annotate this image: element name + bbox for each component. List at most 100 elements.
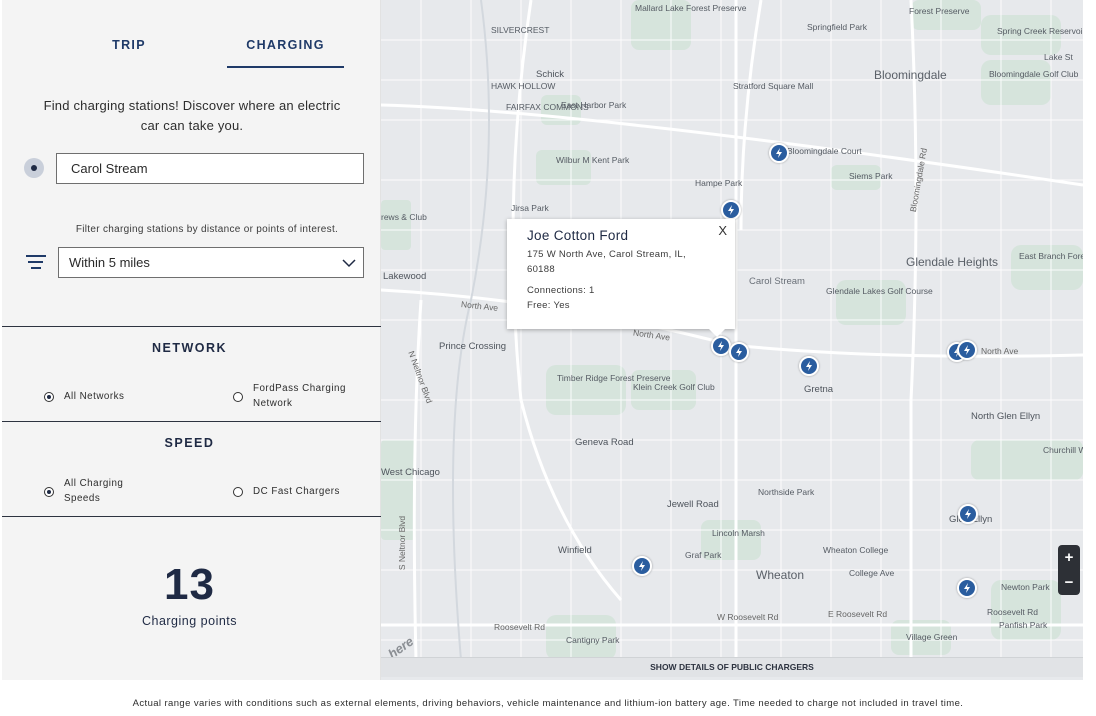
charging-count-label: Charging points: [141, 614, 238, 628]
place-label: Forest Preserve: [909, 6, 970, 16]
all-speeds-label: All Charging Speeds: [64, 478, 124, 504]
dc-fast-label: DC Fast Chargers: [253, 486, 340, 497]
place-label: Lakewood: [383, 271, 427, 282]
divider: [2, 421, 381, 422]
radio-fordpass-network[interactable]: [233, 392, 243, 402]
radio-all-speeds[interactable]: [44, 487, 54, 497]
road-label: W Roosevelt Rd: [717, 612, 779, 622]
fordpass-network-label: FordPass Charging Network: [253, 383, 346, 409]
lightning-icon: [776, 148, 782, 158]
place-label: College Ave: [849, 568, 895, 578]
station-free: Free: Yes: [527, 300, 570, 311]
place-label: Bloomingdale Court: [787, 146, 862, 156]
zoom-in-button[interactable]: +: [1058, 545, 1080, 570]
charging-station-marker[interactable]: [957, 578, 977, 598]
charging-station-marker[interactable]: [957, 340, 977, 360]
place-label: Glendale Lakes Golf Course: [826, 286, 933, 296]
place-label: Glendale Heights: [906, 255, 999, 269]
divider: [2, 516, 381, 517]
lightning-icon: [639, 561, 645, 571]
place-label: Graf Park: [685, 550, 722, 560]
place-label: Spring Creek Reservoir: [997, 26, 1083, 36]
radio-dc-fast[interactable]: [233, 487, 243, 497]
place-label: Siems Park: [849, 171, 893, 181]
speed-title: SPEED: [164, 436, 215, 450]
charging-station-marker[interactable]: [729, 342, 749, 362]
lightning-icon: [736, 347, 742, 357]
place-label: SILVERCREST: [491, 25, 550, 35]
place-label: Jewell Road: [667, 499, 719, 510]
station-name: Joe Cotton Ford: [527, 228, 629, 243]
charging-station-marker[interactable]: [958, 504, 978, 524]
place-label: Village Green: [906, 632, 958, 642]
filter-hint: Filter charging stations by distance or …: [75, 224, 339, 235]
range-disclaimer: Actual range varies with conditions such…: [132, 698, 964, 709]
tab-trip[interactable]: TRIP: [64, 30, 194, 68]
place-label: Jirsa Park: [511, 203, 549, 213]
show-details-button[interactable]: SHOW DETAILS OF PUBLIC CHARGERS: [381, 657, 1083, 677]
charging-station-marker[interactable]: [799, 356, 819, 376]
place-label: Gretna: [804, 384, 834, 395]
place-label: Lincoln Marsh: [712, 528, 765, 538]
place-label: Mallard Lake Forest Preserve: [635, 3, 747, 13]
place-label: Churchill Woods Forest Preserve: [1043, 445, 1083, 455]
place-label: Bloomingdale: [874, 68, 947, 82]
charging-count: 13: [164, 560, 215, 609]
place-label: Panfish Park: [999, 620, 1048, 630]
place-label: North Glen Ellyn: [971, 411, 1041, 422]
charging-station-marker[interactable]: [721, 200, 741, 220]
place-label: Wheaton: [756, 568, 805, 582]
map-base: [381, 0, 1083, 661]
close-icon[interactable]: X: [718, 223, 727, 238]
road-label: North Ave: [981, 346, 1019, 356]
place-label: West Chicago: [381, 467, 440, 478]
chevron-down-icon: [342, 259, 356, 268]
place-label: East Harbor Park: [561, 100, 627, 110]
divider: [2, 326, 381, 327]
road-label: E Roosevelt Rd: [828, 609, 888, 619]
place-label: Northside Park: [758, 487, 815, 497]
place-label: Klein Creek Golf Club: [633, 382, 715, 392]
charging-station-marker[interactable]: [711, 336, 731, 356]
place-label: Wilbur M Kent Park: [556, 155, 630, 165]
lightning-icon: [728, 205, 734, 215]
place-label: Wheaton College: [823, 545, 889, 555]
place-label: Cantigny Park: [566, 635, 620, 645]
tab-bar: TRIP CHARGING: [2, 30, 381, 70]
road-label: S Neltnor Blvd: [397, 515, 408, 571]
network-title: NETWORK: [151, 341, 228, 355]
lightning-icon: [806, 361, 812, 371]
all-networks-label: All Networks: [64, 391, 125, 402]
place-label: Geneva Road: [575, 437, 634, 448]
lightning-icon: [964, 583, 970, 593]
station-popup: Joe Cotton Ford 175 W North Ave, Carol S…: [507, 219, 735, 337]
distance-select[interactable]: Within 5 miles: [58, 247, 364, 278]
place-label: Carol Stream: [749, 276, 805, 287]
radio-all-networks[interactable]: [44, 392, 54, 402]
map-view[interactable]: Mallard Lake Forest Preserve Springfield…: [381, 0, 1083, 680]
place-label: Newton Park: [1001, 582, 1050, 592]
place-label: Hampe Park: [695, 178, 743, 188]
tab-charging[interactable]: CHARGING: [227, 30, 344, 68]
distance-select-value: Within 5 miles: [69, 255, 150, 270]
place-label: Stratford Square Mall: [733, 81, 814, 91]
place-label: rews & Club: [381, 212, 427, 222]
filter-icon[interactable]: [26, 254, 46, 270]
station-connections: Connections: 1: [527, 285, 595, 296]
place-label: Lake St: [1044, 52, 1073, 62]
zoom-out-button[interactable]: −: [1058, 570, 1080, 595]
station-address: 175 W North Ave, Carol Stream, IL, 60188: [527, 249, 686, 275]
place-label: HAWK HOLLOW: [491, 81, 556, 91]
location-input[interactable]: [56, 153, 364, 184]
place-label: Bloomingdale Golf Club: [989, 69, 1079, 79]
lightning-icon: [718, 341, 724, 351]
charging-station-marker[interactable]: [632, 556, 652, 576]
place-label: Springfield Park: [807, 22, 868, 32]
place-label: East Branch Forest Preserve: [1019, 251, 1083, 261]
place-label: Winfield: [558, 545, 592, 556]
zoom-control: + −: [1058, 545, 1080, 595]
charging-station-marker[interactable]: [769, 143, 789, 163]
intro-text: Find charging stations! Discover where a…: [43, 98, 341, 133]
road-label: Roosevelt Rd: [494, 622, 546, 632]
place-label: Roosevelt Rd: [987, 607, 1039, 617]
